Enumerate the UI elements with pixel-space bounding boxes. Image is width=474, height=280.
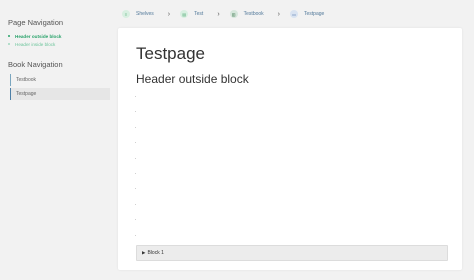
chevron-right-icon: › <box>167 10 171 18</box>
book-nav-item-testpage[interactable]: Testpage <box>10 88 110 100</box>
breadcrumb-shelves[interactable]: ≡ Shelves <box>122 10 154 18</box>
bullet-icon <box>8 43 10 45</box>
breadcrumb-testpage[interactable]: ▭ Testpage <box>290 10 324 18</box>
book-navigation-list: Testbook Testpage <box>10 74 110 102</box>
page-nav-label: Header inside block <box>15 41 56 47</box>
placeholder-line: . <box>135 216 137 223</box>
page-icon: ▭ <box>290 10 299 18</box>
collapsible-block-1[interactable]: ▶ Block 1 <box>136 245 448 261</box>
block-label: Block 1 <box>147 250 164 256</box>
breadcrumb-label: Testbook <box>243 11 264 17</box>
breadcrumb-label: Testpage <box>304 11 325 17</box>
book-nav-label: Testbook <box>16 77 37 83</box>
page-title: Testpage <box>136 44 205 63</box>
placeholder-line: . <box>135 93 137 99</box>
placeholder-lines: . . . . . . . . . . <box>135 92 136 246</box>
bullet-icon <box>8 35 10 37</box>
section-heading: Header outside block <box>136 72 249 86</box>
chevron-right-icon: › <box>217 10 220 18</box>
breadcrumb: ≡ Shelves › ▤ Test › ▥ Testbook › ▭ Test… <box>122 8 324 20</box>
book-nav-item-testbook[interactable]: Testbook <box>10 74 110 86</box>
breadcrumb-test[interactable]: ▤ Test <box>180 10 203 18</box>
page-nav-link-header-inside-block[interactable]: Header inside block <box>8 40 61 48</box>
page-nav-label: Header outside block <box>15 33 62 39</box>
page-content: Testpage Header outside block . . . . . … <box>118 28 462 270</box>
sidebar: Page Navigation Header outside block Hea… <box>0 0 116 280</box>
shelves-icon: ≡ <box>122 10 130 18</box>
chevron-right-icon: › <box>277 10 281 18</box>
page-nav-link-header-outside-block[interactable]: Header outside block <box>8 32 61 40</box>
book-icon: ▥ <box>229 10 238 18</box>
placeholder-line: . <box>135 139 137 146</box>
placeholder-line: . <box>135 231 137 238</box>
book-nav-label: Testpage <box>16 91 37 97</box>
placeholder-line: . <box>135 185 137 192</box>
shelf-icon: ▤ <box>180 10 189 18</box>
breadcrumb-label: Shelves <box>136 11 154 17</box>
placeholder-line: . <box>135 154 137 161</box>
placeholder-line: . <box>135 200 137 207</box>
breadcrumb-label: Test <box>194 11 204 17</box>
expand-triangle-icon: ▶ <box>142 250 146 255</box>
page-navigation-heading: Page Navigation <box>8 18 64 27</box>
breadcrumb-testbook[interactable]: ▥ Testbook <box>229 10 264 18</box>
book-navigation-heading: Book Navigation <box>8 60 63 69</box>
placeholder-line: . <box>135 123 137 130</box>
placeholder-line: . <box>135 108 137 115</box>
page-navigation-list: Header outside block Header inside block <box>8 32 61 48</box>
placeholder-line: . <box>135 169 137 176</box>
